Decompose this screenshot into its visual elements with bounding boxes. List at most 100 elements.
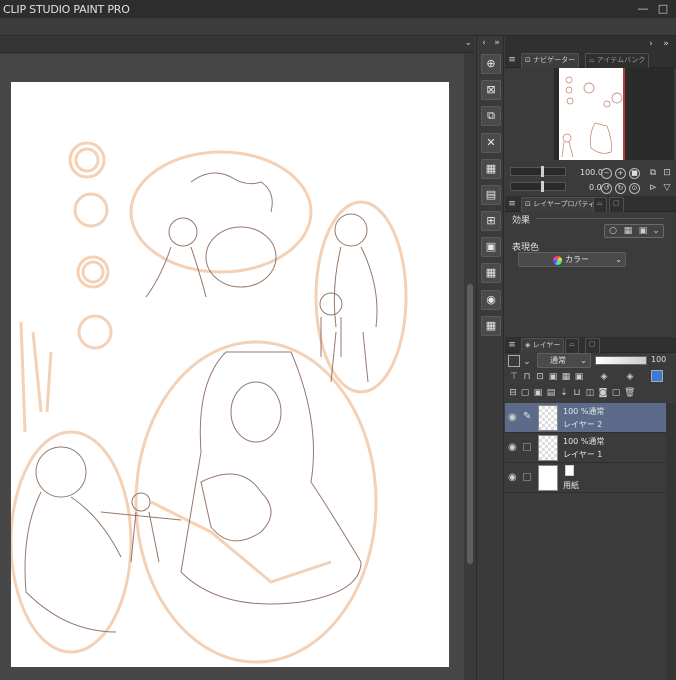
- palette-icon[interactable]: ◈: [625, 372, 635, 382]
- tab-layer-search[interactable]: ⌓: [565, 338, 579, 353]
- palette-icon[interactable]: ◈: [599, 372, 609, 382]
- clear-layer-icon[interactable]: ⊠: [481, 80, 501, 100]
- tab-sub-tool-detail[interactable]: ⌓: [593, 197, 607, 212]
- flip-horizontal-icon[interactable]: ⊳: [648, 183, 658, 193]
- tab-extra[interactable]: ▢: [609, 197, 624, 212]
- eye-icon[interactable]: ◉: [508, 442, 517, 453]
- rotate-slider[interactable]: [510, 181, 566, 192]
- lock-icon[interactable]: ▣: [548, 372, 558, 382]
- eye-icon[interactable]: ◉: [508, 412, 517, 423]
- lock-checkbox[interactable]: [523, 443, 531, 451]
- layer-name: レイヤー 1: [563, 450, 603, 459]
- chevron-down-icon[interactable]: ⌄: [522, 357, 532, 367]
- transfer-down-icon[interactable]: ⇣: [559, 388, 569, 398]
- copy-icon[interactable]: ⧉: [481, 106, 501, 126]
- layer-toolbar: ⊤ ⊓ ⊡ ▣ ▦ ▣ ◈ ◈: [509, 370, 669, 384]
- canvas-area[interactable]: [0, 54, 464, 680]
- layer-folder-icon[interactable]: ▣: [481, 237, 501, 257]
- reference-layer-icon[interactable]: ⊤: [509, 372, 519, 382]
- rotate-right-icon[interactable]: ↻: [615, 183, 626, 194]
- rotate-reset-icon[interactable]: ⊙: [629, 183, 640, 194]
- lock-checkbox[interactable]: [523, 473, 531, 481]
- draft-layer-icon[interactable]: ⊡: [535, 372, 545, 382]
- zoom-tool-icon[interactable]: ⊕: [481, 54, 501, 74]
- tone-effect-icon[interactable]: ▦: [623, 226, 633, 236]
- select-all-icon[interactable]: ▦: [481, 159, 501, 179]
- color-wheel-icon: [553, 256, 562, 265]
- trash-icon[interactable]: 🗑: [624, 388, 635, 398]
- layer-row-2[interactable]: ◉ ✎ 100 %通常 レイヤー 2: [505, 403, 666, 433]
- fit-window-icon[interactable]: ⊡: [662, 168, 672, 178]
- drawing-paper[interactable]: [11, 82, 449, 667]
- canvas-scrollbar[interactable]: [464, 54, 476, 680]
- menu-icon[interactable]: ≡: [507, 340, 517, 350]
- restore-button[interactable]: □: [656, 2, 670, 16]
- zoom-out-icon[interactable]: −: [601, 168, 612, 179]
- double-chevron-right-icon[interactable]: »: [492, 38, 502, 48]
- eye-icon[interactable]: ◉: [508, 472, 517, 483]
- layer-row-1[interactable]: ◉ 100 %通常 レイヤー 1: [505, 433, 666, 463]
- border-effect-icon[interactable]: ○: [608, 226, 618, 236]
- transform-icon[interactable]: ⊞: [481, 211, 501, 231]
- clip-layer-icon[interactable]: ⊓: [522, 372, 532, 382]
- tab-layer-property[interactable]: ⊡ レイヤープロパティ: [521, 197, 600, 212]
- grid-icon[interactable]: ▦: [481, 263, 501, 283]
- new-raster-layer-icon[interactable]: ▢: [520, 388, 530, 398]
- layer-opacity-mode: 100 %通常: [563, 407, 605, 416]
- layer-options-icon[interactable]: ⊟: [508, 388, 518, 398]
- minimize-button[interactable]: —: [636, 2, 650, 16]
- zoom-slider[interactable]: [510, 166, 566, 177]
- ruler-icon[interactable]: ▢: [611, 388, 621, 398]
- paste-icon[interactable]: ▤: [481, 185, 501, 205]
- zoom-slider-knob[interactable]: [541, 166, 544, 177]
- layer-mask-icon[interactable]: ◫: [585, 388, 595, 398]
- lock-transparency-icon[interactable]: ▦: [561, 372, 571, 382]
- fit-screen-icon[interactable]: ⧉: [648, 168, 658, 178]
- chevron-right-icon[interactable]: ›: [646, 39, 656, 49]
- chevron-down-icon: ⌄: [580, 356, 587, 365]
- express-color-select[interactable]: カラー ⌄: [518, 252, 626, 267]
- layer-list-empty: [505, 493, 666, 680]
- chevron-left-icon[interactable]: ‹: [479, 38, 489, 48]
- tab-navigator[interactable]: ⊡ ナビゲーター: [521, 53, 580, 68]
- command-tool-column: ‹ » ⊕ ⊠ ⧉ ✕ ▦ ▤ ⊞ ▣ ▦ ◉ ▦: [476, 36, 504, 680]
- grid-icon[interactable]: ▦: [481, 316, 501, 336]
- layer-scrollbar[interactable]: [666, 403, 676, 680]
- layer-color-icon[interactable]: [651, 370, 663, 382]
- effect-label: 効果: [512, 216, 531, 226]
- menu-icon[interactable]: ≡: [507, 55, 517, 65]
- zoom-in-icon[interactable]: +: [615, 168, 626, 179]
- apply-mask-icon[interactable]: ◙: [598, 388, 608, 398]
- menu-icon[interactable]: ≡: [507, 199, 517, 209]
- mask-icon[interactable]: ▣: [574, 372, 584, 382]
- tab-animation[interactable]: ▢: [585, 338, 600, 353]
- layer-row-paper[interactable]: ◉ 用紙: [505, 463, 666, 493]
- blend-mode-select[interactable]: 通常 ⌄: [537, 353, 591, 368]
- opacity-slider[interactable]: [595, 356, 647, 365]
- double-chevron-right-icon[interactable]: »: [661, 39, 671, 49]
- navigator-preview[interactable]: [554, 68, 674, 160]
- navigator-thumbnail[interactable]: [559, 68, 625, 160]
- effect-buttons: ○ ▦ ▣ ⌄: [604, 224, 664, 238]
- chevron-down-icon[interactable]: ⌄: [464, 38, 472, 48]
- chevron-down-icon[interactable]: ⌄: [651, 226, 661, 236]
- tab-layer[interactable]: ◈ レイヤー: [521, 338, 565, 353]
- camera-icon[interactable]: ◉: [481, 290, 501, 310]
- tab-item-bank[interactable]: ⌓ アイテムバンク: [585, 53, 650, 68]
- new-vector-layer-icon[interactable]: ▣: [533, 388, 543, 398]
- new-folder-icon[interactable]: ▤: [546, 388, 556, 398]
- layer-property-tab-label: レイヤープロパティ: [533, 200, 596, 208]
- flip-vertical-icon[interactable]: ▽: [662, 183, 672, 193]
- rotate-slider-knob[interactable]: [541, 181, 544, 192]
- layer-color-icon[interactable]: ▣: [638, 226, 648, 236]
- scroll-thumb[interactable]: [467, 284, 473, 564]
- layer-property-header: ≡ ⊡ レイヤープロパティ ⌓ ▢: [505, 196, 676, 212]
- zoom-value: 100.0: [580, 168, 603, 177]
- delete-icon[interactable]: ✕: [481, 133, 501, 153]
- layer-color-swatch[interactable]: [508, 355, 520, 367]
- merge-down-icon[interactable]: ⊔: [572, 388, 582, 398]
- app-title: CLIP STUDIO PAINT PRO: [3, 3, 130, 16]
- stop-icon[interactable]: ■: [629, 168, 640, 179]
- navigator-tab-label: ナビゲーター: [533, 56, 576, 64]
- rotate-left-icon[interactable]: ↺: [601, 183, 612, 194]
